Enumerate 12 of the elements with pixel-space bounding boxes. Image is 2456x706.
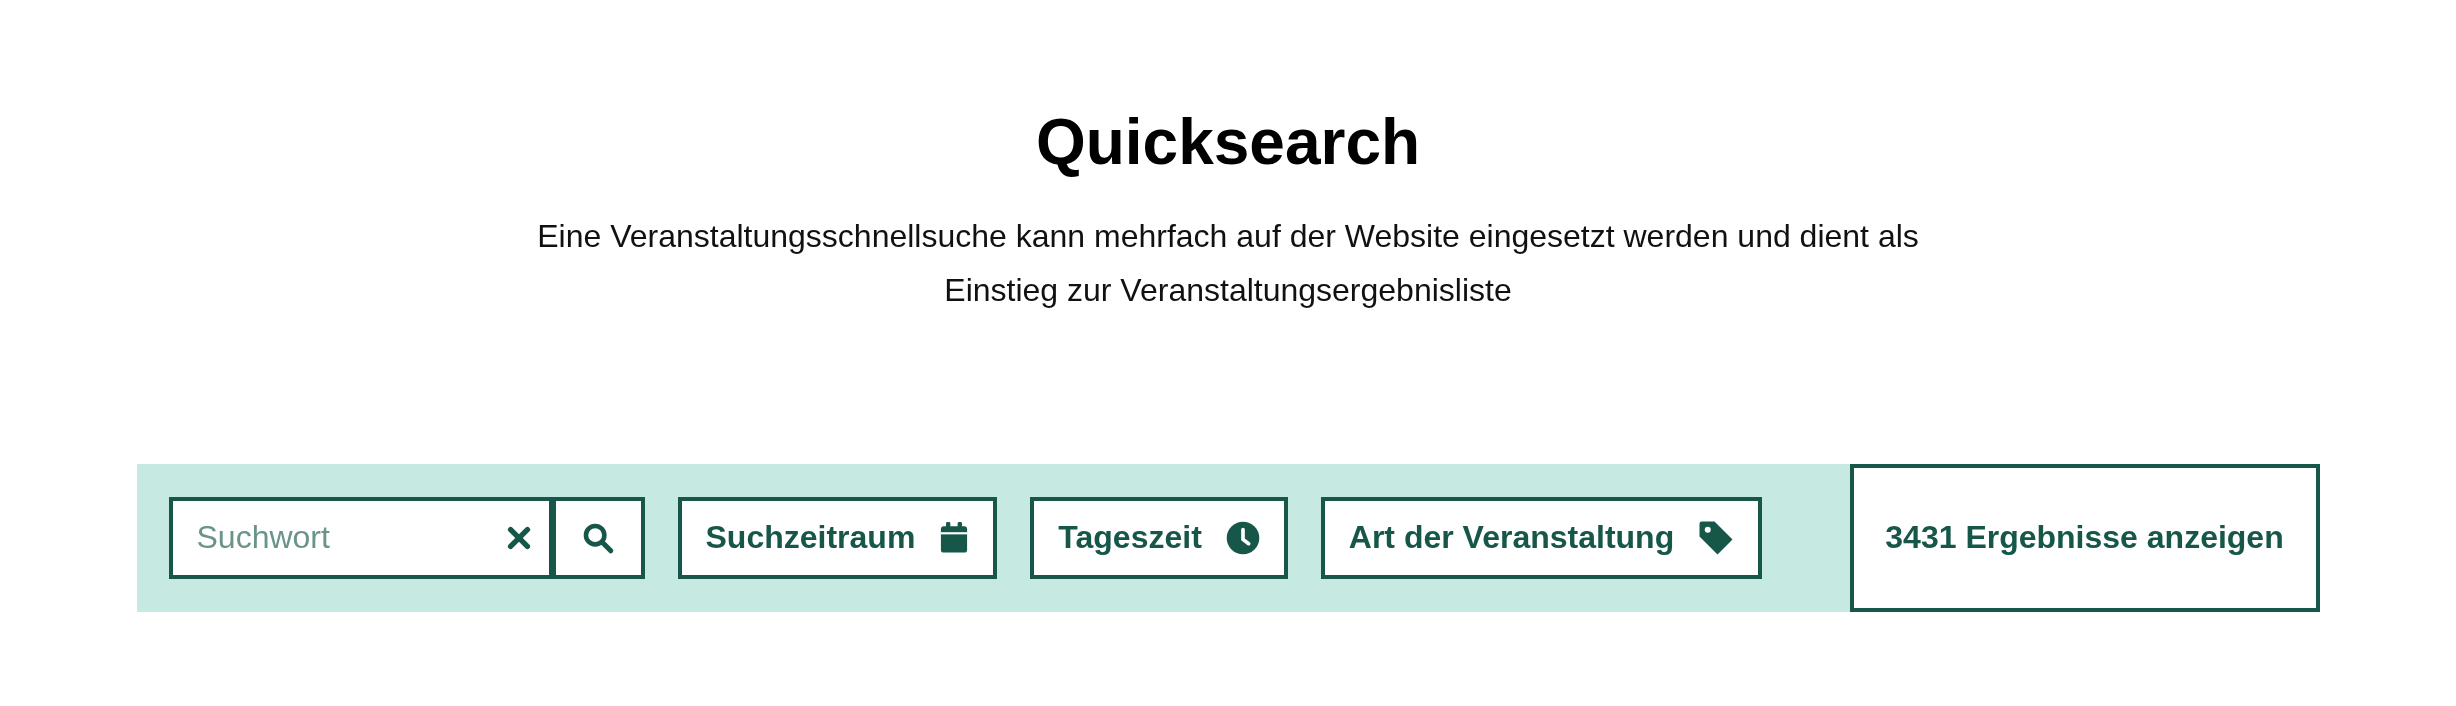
filter-button[interactable]: Tageszeit bbox=[1030, 496, 1288, 579]
page-title: Quicksearch bbox=[1035, 105, 1421, 180]
show-results-button[interactable]: 3431 Ergebnisse anzeigen bbox=[1849, 463, 2320, 612]
filter-button[interactable]: Suchzeitraum bbox=[677, 496, 998, 579]
filter-button[interactable]: Art der Veranstaltung bbox=[1320, 496, 1763, 579]
search-button[interactable] bbox=[552, 496, 645, 579]
tag-icon bbox=[1698, 519, 1735, 556]
clock-icon bbox=[1225, 520, 1260, 555]
description: Eine Veranstaltungsschnellsuche kann mehrfach auf der Website eingesetzt werden und dient als Einstieg zur Veranstaltungsergebnisliste bbox=[536, 216, 1920, 310]
clear-icon[interactable] bbox=[506, 525, 531, 550]
calendar-icon bbox=[939, 521, 970, 554]
search-field[interactable]: Suchwort bbox=[168, 496, 553, 579]
